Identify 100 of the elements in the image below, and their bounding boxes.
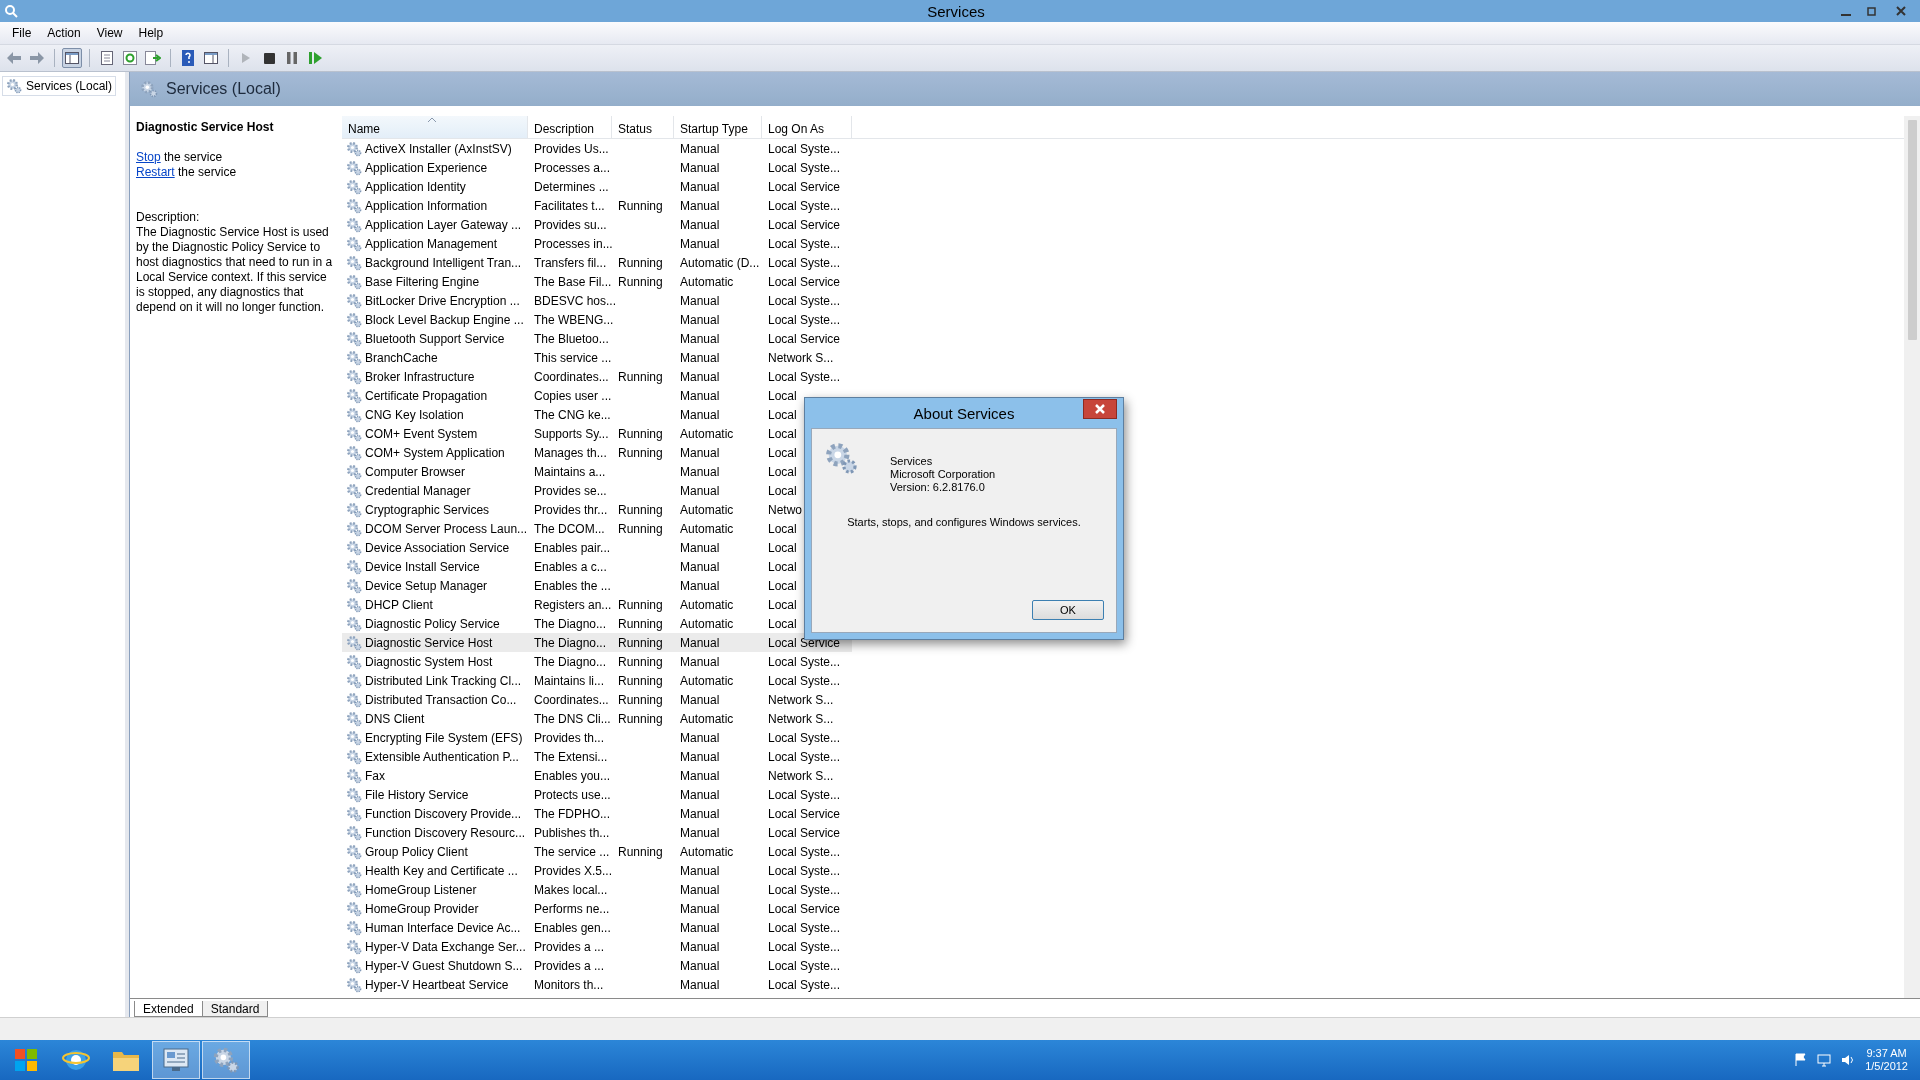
ok-button[interactable]: OK (1032, 600, 1104, 620)
gear-icon (346, 691, 362, 708)
table-cell-text: Enables a c... (533, 559, 608, 574)
table-cell: Block Level Backup Engine ... (365, 312, 524, 327)
menu-item[interactable]: Action (39, 24, 89, 42)
table-cell-text: Coordinates... (533, 692, 610, 707)
table-cell-text: Manual (679, 958, 721, 973)
gear-icon (346, 672, 362, 689)
table-cell-text: The Bluetoo... (533, 331, 610, 346)
table-cell-text: Local (767, 578, 798, 593)
table-cell-text: Network S... (767, 711, 835, 726)
menu-item[interactable]: File (4, 24, 40, 42)
table-cell: Encrypting File System (EFS) (365, 730, 523, 745)
table-cell-text: Running (617, 692, 664, 707)
gear-icon (346, 710, 362, 727)
table-cell-text: Protects use... (533, 787, 612, 802)
table-cell: Device Setup Manager (365, 578, 488, 593)
tree-toggle-button[interactable] (62, 48, 82, 68)
table-cell-text: Local Syste... (767, 958, 842, 973)
clock-time: 9:37 AM (1866, 1047, 1907, 1060)
table-cell-text: Local Syste... (767, 673, 842, 688)
action-link[interactable]: Restart (136, 165, 175, 179)
table-cell: DHCP Client (365, 597, 433, 612)
table-cell-text: Provides su... (533, 217, 608, 232)
table-cell: COM+ System Application (365, 445, 505, 460)
table-cell-text: The WBENG... (533, 312, 612, 327)
computer-taskbar-icon[interactable] (152, 1041, 200, 1079)
column-header[interactable]: Name (342, 116, 528, 138)
table-cell-text: Processes in... (533, 236, 612, 251)
export-button[interactable] (143, 48, 163, 68)
gear-icon (346, 919, 362, 936)
version-text: Version: 6.2.8176.0 (890, 481, 986, 494)
table-cell-text: Manual (679, 635, 721, 650)
clock-date: 1/5/2012 (1865, 1060, 1908, 1073)
menu-item[interactable]: Help (130, 24, 172, 42)
network-icon (1817, 1053, 1832, 1067)
gear-icon (346, 387, 362, 404)
table-cell-text: Local Service (767, 806, 842, 821)
table-cell-text: Local Syste... (767, 863, 842, 878)
table-cell-text: Manual (679, 882, 721, 897)
table-cell-text: Performs ne... (533, 901, 611, 916)
gear-icon (346, 330, 362, 347)
table-cell: Application Experience (365, 160, 488, 175)
table-cell: Function Discovery Provide... (365, 806, 522, 821)
column-header[interactable]: Status (612, 116, 674, 138)
pane-title: Services (Local) (166, 80, 281, 98)
tree-item[interactable]: Services (Local) (2, 76, 117, 96)
table-cell: Human Interface Device Ac... (365, 920, 521, 935)
table-cell-text: Supports Sy... (533, 426, 610, 441)
table-cell: Broker Infrastructure (365, 369, 475, 384)
services-taskbar-icon[interactable] (202, 1041, 250, 1079)
table-cell-text: Provides a ... (533, 958, 606, 973)
table-cell-text: Local Syste... (767, 939, 842, 954)
column-header[interactable]: Log On As (762, 116, 852, 138)
table-cell-text: Manual (679, 483, 721, 498)
tab[interactable]: Standard (201, 1001, 269, 1017)
table-cell-text: Automatic (679, 616, 735, 631)
gear-icon (346, 216, 362, 233)
table-cell-text: Local Service (767, 825, 842, 840)
close-button[interactable] (1083, 399, 1117, 419)
gear-icon (346, 368, 362, 385)
table-cell: Diagnostic Service Host (365, 635, 493, 650)
gear-icon (346, 254, 362, 271)
gear-icon (346, 273, 362, 290)
column-header[interactable]: Startup Type (674, 116, 762, 138)
table-cell-text: Running (617, 635, 664, 650)
table-cell-text: Manual (679, 977, 721, 992)
table-cell-text: Local Syste... (767, 787, 842, 802)
selected-row[interactable]: Diagnostic Service Host The Diagno... Running Manual Local Service (342, 633, 852, 652)
column-header[interactable]: Description (528, 116, 612, 138)
table-cell: Function Discovery Resourc... (365, 825, 526, 840)
table-cell-text: Running (617, 445, 664, 460)
table-cell: Application Layer Gateway ... (365, 217, 522, 232)
table-cell: Health Key and Certificate ... (365, 863, 518, 878)
scroll-bar[interactable] (1904, 116, 1920, 998)
close-icon (1095, 404, 1105, 414)
table-cell: ActiveX Installer (AxInstSV) (365, 141, 512, 156)
table-cell: Hyper-V Guest Shutdown S... (365, 958, 523, 973)
table-cell: Diagnostic Policy Service (365, 616, 500, 631)
table-cell-text: Manual (679, 806, 721, 821)
gear-icon (346, 634, 362, 651)
tab[interactable]: Extended (134, 1001, 203, 1017)
gear-icon (346, 482, 362, 499)
table-cell-text: Manual (679, 730, 721, 745)
gear-icon (346, 957, 362, 974)
menu-item[interactable]: View (88, 24, 131, 42)
table-cell: Fax (365, 768, 385, 783)
table-cell-text: Running (617, 369, 664, 384)
gear-icon (346, 406, 362, 423)
gear-icon (346, 235, 362, 252)
table-cell-text: Manual (679, 236, 721, 251)
table-cell-text: Automatic (679, 597, 735, 612)
table-cell-text: The Base Fil... (533, 274, 612, 289)
table-cell-text: Provides X.5... (533, 863, 612, 878)
table-cell-text: Local (767, 616, 798, 631)
action-link[interactable]: Stop (136, 150, 161, 164)
refresh-button[interactable] (120, 48, 140, 68)
table-cell-text: The Extensi... (533, 749, 609, 764)
table-cell: Certificate Propagation (365, 388, 488, 403)
table-cell-text: Running (617, 255, 664, 270)
